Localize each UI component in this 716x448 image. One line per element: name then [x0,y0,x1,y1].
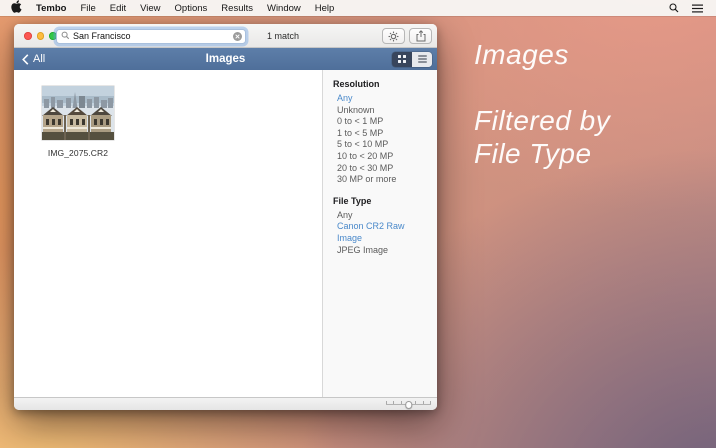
tembo-window: 1 match All Images [14,24,437,410]
filter-resolution-unknown[interactable]: Unknown [333,105,431,117]
result-item[interactable]: IMG_2075.CR2 [30,86,126,158]
filter-resolution-any[interactable]: Any [333,93,431,105]
filter-resolution-20-30mp[interactable]: 20 to < 30 MP [333,163,431,175]
desktop-caption-line3: File Type [474,138,592,169]
search-field[interactable] [56,27,246,45]
file-type-section: File Type Any Canon CR2 Raw Image JPEG I… [333,196,431,256]
traffic-lights [24,32,57,40]
filter-sidebar: Resolution Any Unknown 0 to < 1 MP 1 to … [322,70,437,397]
filter-resolution-0-1mp[interactable]: 0 to < 1 MP [333,116,431,128]
menu-window[interactable]: Window [267,3,301,14]
menu-options[interactable]: Options [175,3,208,14]
menu-app-name[interactable]: Tembo [36,3,66,14]
list-view-button[interactable] [412,51,432,67]
menu-bar: Tembo File Edit View Options Results Win… [0,0,716,16]
desktop: { "menu_bar": { "app_name": "Tembo", "me… [0,0,716,448]
filter-resolution-10-20mp[interactable]: 10 to < 20 MP [333,151,431,163]
desktop-caption: Images Filtered by File Type [474,38,610,170]
filter-resolution-30mp-more[interactable]: 30 MP or more [333,174,431,186]
results-grid: IMG_2075.CR2 [14,70,322,397]
action-gear-button[interactable] [382,28,405,44]
desktop-caption-line1: Images [474,39,569,70]
menu-file[interactable]: File [80,3,95,14]
share-icon [416,30,425,42]
filter-filetype-any[interactable]: Any [333,210,431,222]
spotlight-search-icon[interactable] [669,3,679,13]
close-button[interactable] [24,32,32,40]
search-input[interactable] [73,31,230,41]
notification-center-icon[interactable] [692,4,703,13]
menu-help[interactable]: Help [315,3,335,14]
resolution-section-title: Resolution [333,79,380,89]
search-icon [61,27,70,45]
match-count-label: 1 match [267,31,300,41]
minimize-button[interactable] [36,32,44,40]
slider-thumb[interactable] [404,401,413,409]
window-titlebar: 1 match [14,24,437,48]
menu-view[interactable]: View [140,3,160,14]
menu-edit[interactable]: Edit [110,3,126,14]
desktop-caption-line2: Filtered by [474,105,611,136]
share-button[interactable] [409,28,432,44]
filter-filetype-canon-cr2[interactable]: Canon CR2 Raw Image [333,221,431,244]
grid-view-button[interactable] [392,51,412,67]
results-title: Images [205,53,246,65]
filter-filetype-jpeg[interactable]: JPEG Image [333,245,431,257]
menu-results[interactable]: Results [221,3,253,14]
apple-menu-icon[interactable] [11,0,22,16]
resolution-section: Resolution Any Unknown 0 to < 1 MP 1 to … [333,79,431,186]
photo-filename: IMG_2075.CR2 [47,148,109,158]
gear-icon [388,31,399,41]
results-header: All Images [14,48,437,70]
thumbnail-size-slider[interactable] [386,400,431,409]
photo-thumbnail[interactable] [42,86,114,140]
list-view-icon [417,55,427,63]
file-type-section-title: File Type [333,195,372,206]
filter-resolution-1-5mp[interactable]: 1 to < 5 MP [333,128,431,140]
window-status-bar [14,397,437,410]
view-mode-switcher [392,51,432,67]
clear-search-icon[interactable] [233,31,242,41]
grid-view-icon [398,55,406,63]
filter-resolution-5-10mp[interactable]: 5 to < 10 MP [333,139,431,151]
